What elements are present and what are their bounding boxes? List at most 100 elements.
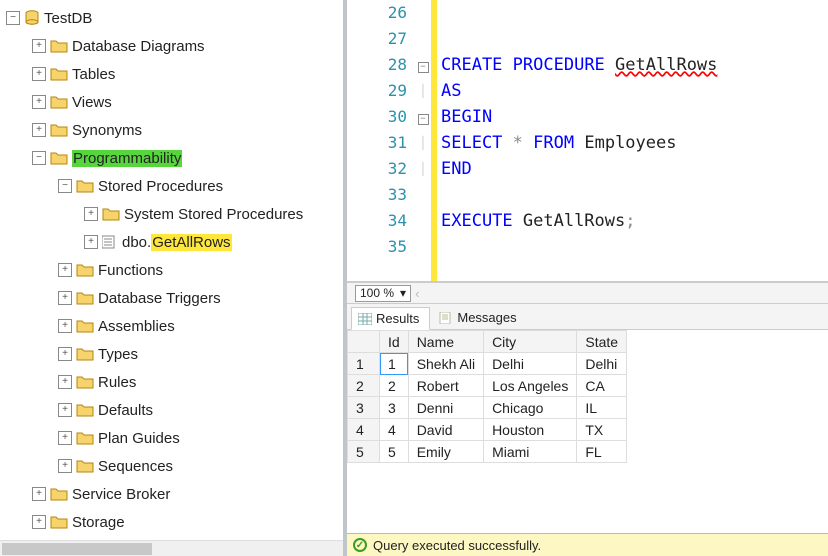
tree-node[interactable]: +Functions [6,256,343,284]
collapse-icon[interactable]: − [6,11,20,25]
tree-node[interactable]: +Plan Guides [6,424,343,452]
fold-minus-icon[interactable]: − [418,62,429,73]
fold-cell[interactable]: − [415,52,431,78]
collapse-icon[interactable]: − [32,151,46,165]
fold-cell[interactable]: − [415,104,431,130]
expand-icon[interactable]: + [58,319,72,333]
tree-node[interactable]: +Sequences [6,452,343,480]
expand-icon[interactable]: + [58,347,72,361]
tree-node[interactable]: +dbo.GetAllRows [6,228,343,256]
expand-icon[interactable]: + [32,487,46,501]
column-header[interactable] [348,331,380,353]
tree-node-root[interactable]: − TestDB [6,4,343,32]
cell[interactable]: FL [577,441,627,463]
tree-node[interactable]: +Storage [6,508,343,536]
row-number-cell[interactable]: 3 [348,397,380,419]
expand-icon[interactable]: + [58,431,72,445]
cell[interactable]: Emily [408,441,483,463]
code-line[interactable]: SELECT * FROM Employees [441,130,828,156]
code-line[interactable]: AS [441,78,828,104]
cell[interactable]: 3 [380,397,409,419]
expand-icon[interactable]: + [32,515,46,529]
expand-icon[interactable]: + [32,95,46,109]
cell[interactable]: IL [577,397,627,419]
cell[interactable]: Delhi [484,353,577,375]
column-header[interactable]: State [577,331,627,353]
tree-node[interactable]: +System Stored Procedures [6,200,343,228]
code-editor[interactable]: 26272829303132333435 −│−││ CREATE PROCED… [347,0,828,282]
code-line[interactable] [441,0,828,26]
cell[interactable]: Chicago [484,397,577,419]
collapse-icon[interactable]: − [58,179,72,193]
table-row[interactable]: 11Shekh AliDelhiDelhi [348,353,627,375]
cell[interactable]: 1 [380,353,409,375]
row-number-cell[interactable]: 1 [348,353,380,375]
column-header[interactable]: City [484,331,577,353]
code-area[interactable]: CREATE PROCEDURE GetAllRowsASBEGINSELECT… [437,0,828,281]
fold-cell [415,208,431,234]
table-row[interactable]: 22RobertLos AngelesCA [348,375,627,397]
cell[interactable]: Shekh Ali [408,353,483,375]
expand-icon[interactable]: + [58,375,72,389]
cell[interactable]: TX [577,419,627,441]
cell[interactable]: Houston [484,419,577,441]
cell[interactable]: CA [577,375,627,397]
scrollbar-thumb[interactable] [2,543,152,555]
cell[interactable]: Delhi [577,353,627,375]
tree-node[interactable]: +Tables [6,60,343,88]
tab-results[interactable]: Results [351,307,430,330]
tree-node[interactable]: −Programmability [6,144,343,172]
results-table[interactable]: IdNameCityState11Shekh AliDelhiDelhi22Ro… [347,330,627,463]
expand-icon[interactable]: + [32,123,46,137]
expand-icon[interactable]: + [58,291,72,305]
tree-node[interactable]: + Rules [6,368,343,396]
table-row[interactable]: 44DavidHoustonTX [348,419,627,441]
cell[interactable]: David [408,419,483,441]
expand-icon[interactable]: + [32,67,46,81]
code-line[interactable]: EXECUTE GetAllRows; [441,208,828,234]
cell[interactable]: 4 [380,419,409,441]
tree-node[interactable]: +Database Triggers [6,284,343,312]
tree-node[interactable]: +Defaults [6,396,343,424]
code-line[interactable]: END [441,156,828,182]
row-number-cell[interactable]: 4 [348,419,380,441]
tree-node[interactable]: −Stored Procedures [6,172,343,200]
expand-icon[interactable]: + [32,39,46,53]
table-row[interactable]: 55EmilyMiamiFL [348,441,627,463]
code-line[interactable] [441,182,828,208]
tree-node[interactable]: +Types [6,340,343,368]
horizontal-scrollbar[interactable] [0,540,343,556]
cell[interactable]: Denni [408,397,483,419]
code-line[interactable]: CREATE PROCEDURE GetAllRows [441,52,828,78]
expand-icon[interactable]: + [84,207,98,221]
results-grid[interactable]: IdNameCityState11Shekh AliDelhiDelhi22Ro… [347,330,828,533]
tree-node[interactable]: +Views [6,88,343,116]
tree-node[interactable]: +Synonyms [6,116,343,144]
row-number-cell[interactable]: 2 [348,375,380,397]
column-header[interactable]: Id [380,331,409,353]
tree-node[interactable]: +Database Diagrams [6,32,343,60]
cell[interactable]: 5 [380,441,409,463]
code-line[interactable] [441,26,828,52]
code-line[interactable] [441,234,828,260]
expand-icon[interactable]: + [84,235,98,249]
cell[interactable]: 2 [380,375,409,397]
column-header[interactable]: Name [408,331,483,353]
fold-minus-icon[interactable]: − [418,114,429,125]
row-number-cell[interactable]: 5 [348,441,380,463]
tree-node-label: Rules [98,374,136,391]
tree[interactable]: − TestDB +Database Diagrams+Tables+Views… [0,0,343,540]
tab-messages[interactable]: Messages [432,306,527,329]
cell[interactable]: Robert [408,375,483,397]
table-row[interactable]: 33DenniChicagoIL [348,397,627,419]
cell[interactable]: Miami [484,441,577,463]
code-line[interactable]: BEGIN [441,104,828,130]
zoom-dropdown[interactable]: 100 % ▾ [355,285,411,302]
tree-node[interactable]: +Service Broker [6,480,343,508]
expand-icon[interactable]: + [58,263,72,277]
tree-node[interactable]: +Assemblies [6,312,343,340]
expand-icon[interactable]: + [58,459,72,473]
expand-icon[interactable]: + [58,403,72,417]
cell[interactable]: Los Angeles [484,375,577,397]
fold-column[interactable]: −│−││ [415,0,431,281]
